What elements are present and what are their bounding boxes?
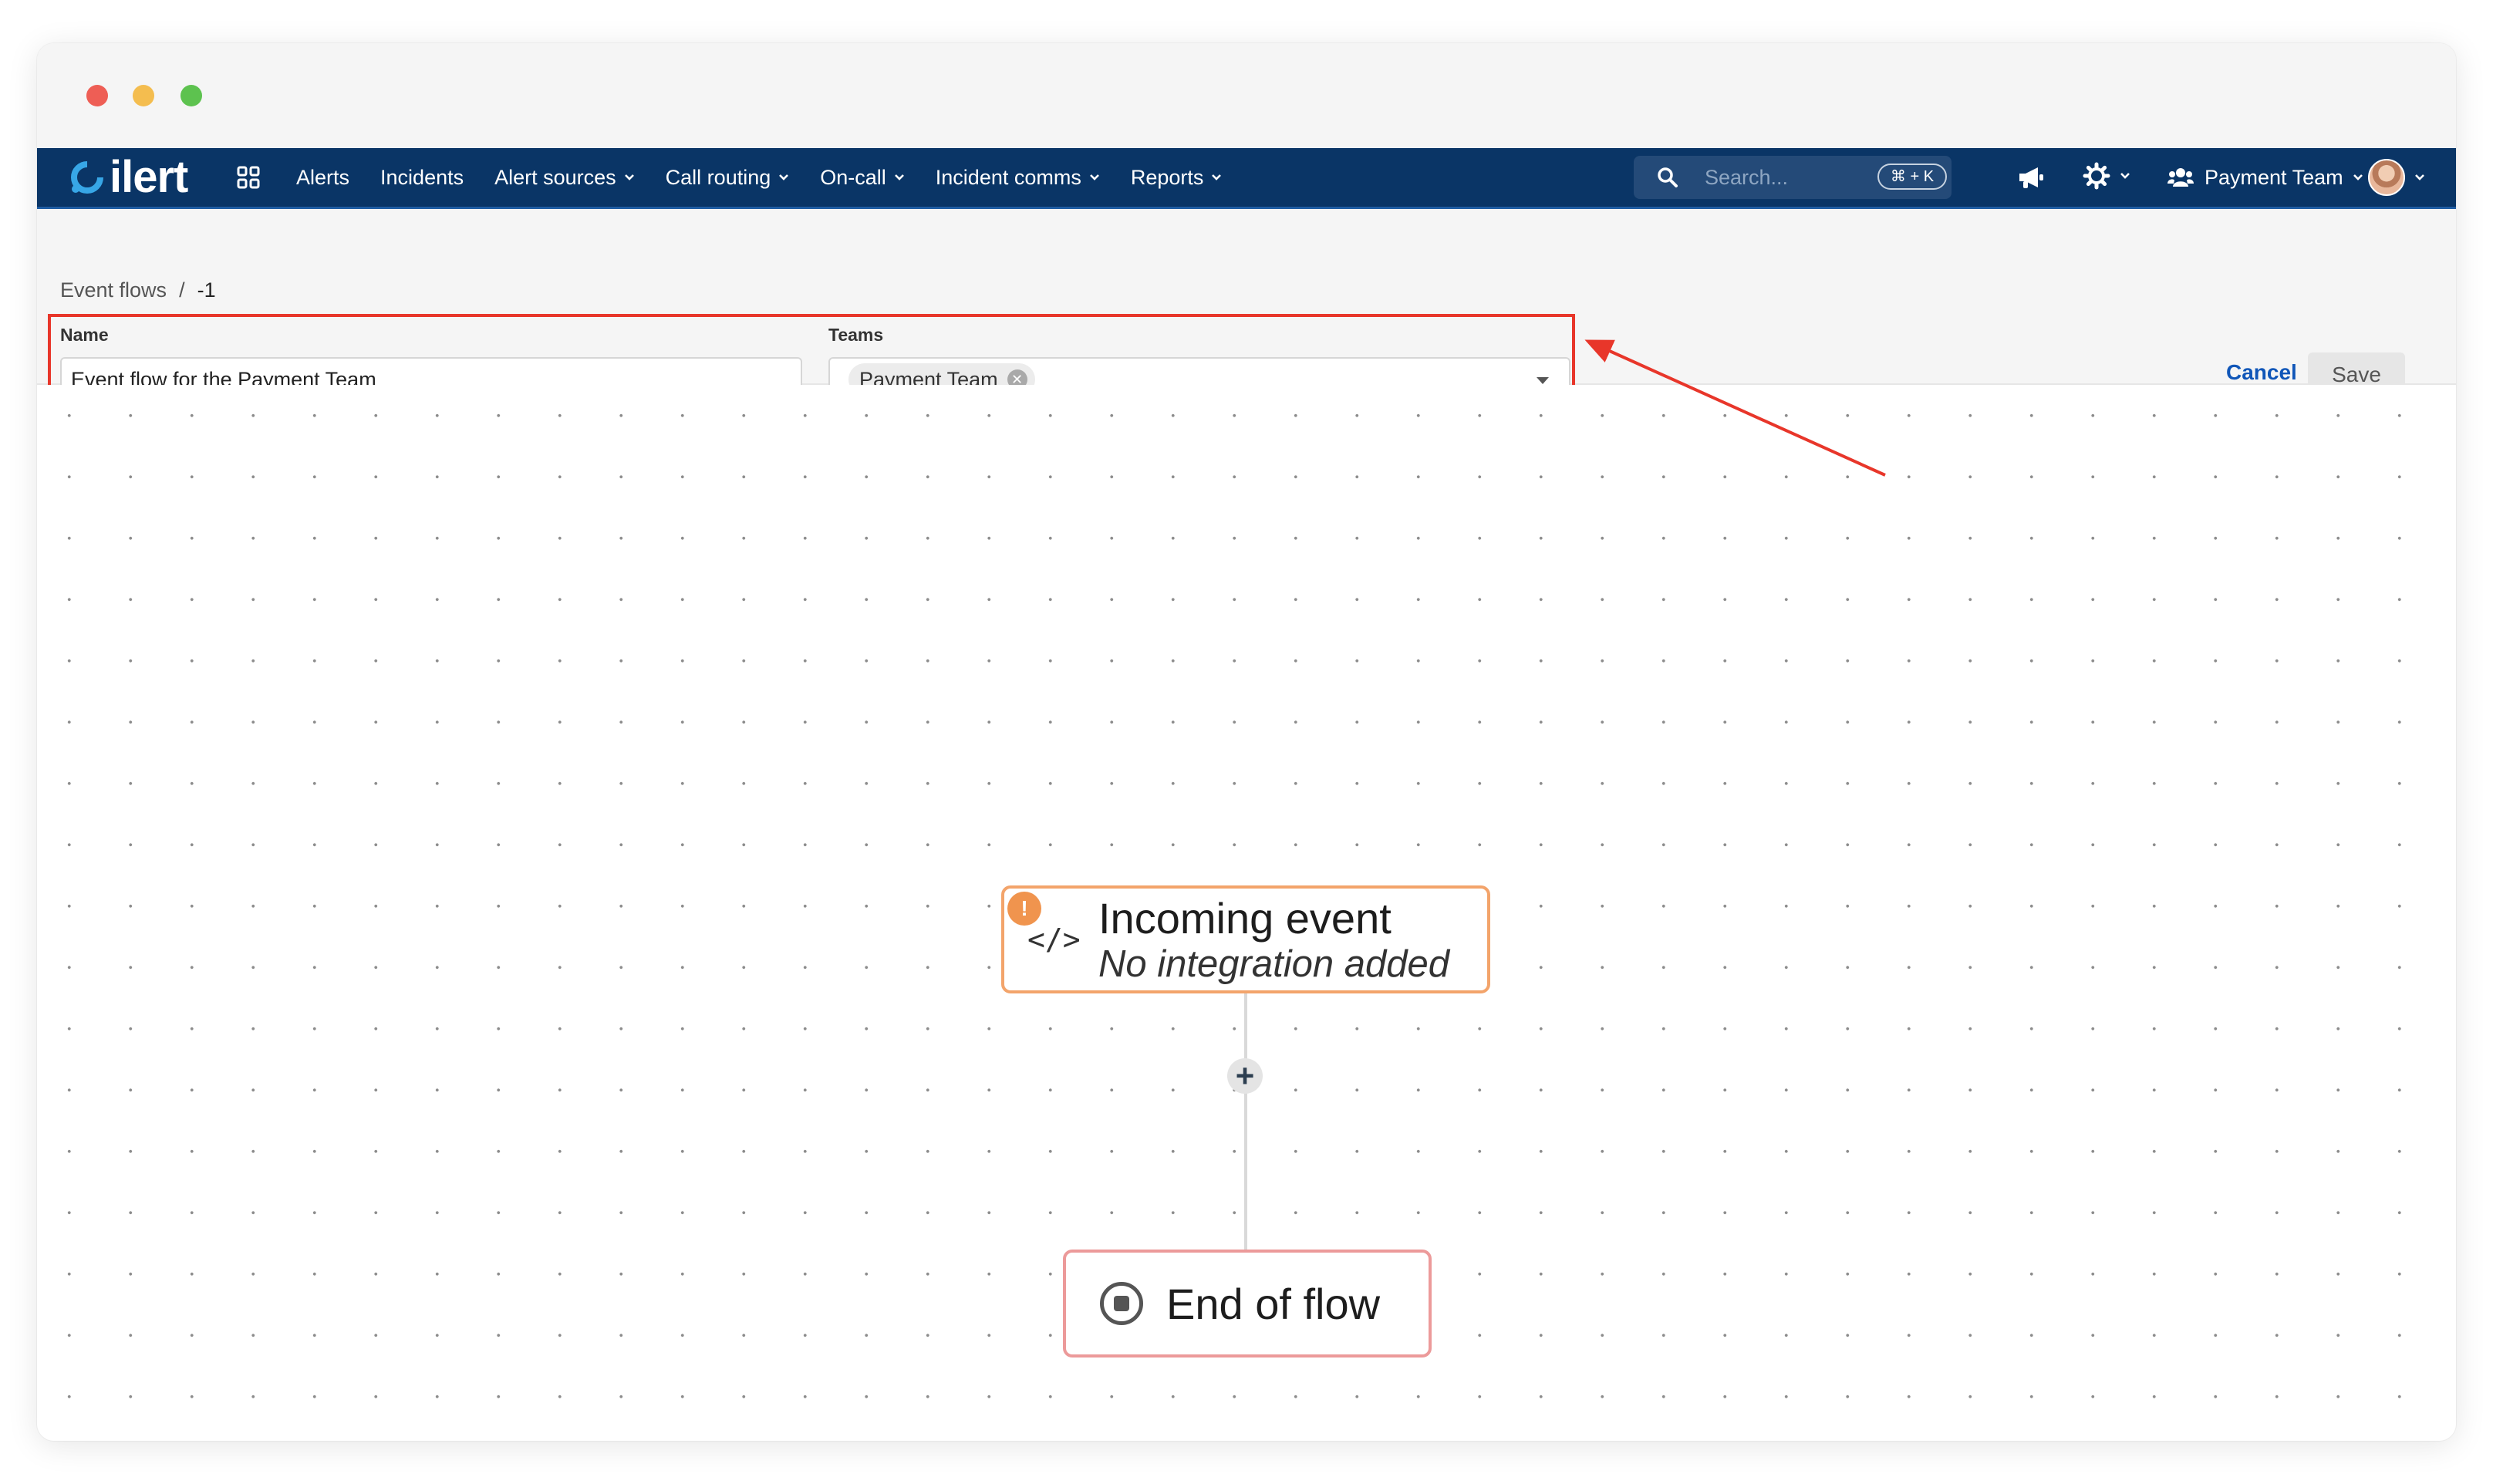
flow-connector — [1244, 993, 1247, 1250]
incoming-event-subtitle: No integration added — [1098, 943, 1449, 985]
ilert-logo-mark-icon — [71, 161, 103, 194]
avatar — [2368, 159, 2405, 196]
nav-reports[interactable]: Reports — [1131, 166, 1223, 190]
nav-incidents[interactable]: Incidents — [380, 166, 464, 190]
warning-icon: ! — [1007, 892, 1041, 926]
chevron-down-icon — [624, 174, 634, 180]
search-placeholder: Search... — [1705, 166, 1789, 189]
nav-alerts[interactable]: Alerts — [296, 166, 349, 190]
breadcrumb-current: -1 — [197, 278, 216, 302]
window-titlebar — [37, 43, 2456, 148]
megaphone-icon[interactable] — [2016, 164, 2046, 191]
chevron-down-icon — [779, 174, 789, 180]
end-of-flow-title: End of flow — [1166, 1280, 1381, 1328]
cancel-button[interactable]: Cancel — [2226, 360, 2297, 385]
browser-window: ilert Alerts Incidents Alert sources Cal… — [37, 43, 2456, 1441]
breadcrumb-separator: / — [179, 278, 185, 302]
breadcrumb-event-flows[interactable]: Event flows — [60, 278, 167, 302]
chevron-down-icon — [894, 174, 904, 180]
zoom-window-button[interactable] — [180, 85, 202, 106]
settings-menu[interactable] — [2083, 162, 2130, 190]
chevron-down-icon — [2120, 173, 2130, 179]
chevron-down-icon — [1089, 174, 1099, 180]
code-icon: </> — [1027, 922, 1081, 956]
nav-alert-sources[interactable]: Alert sources — [494, 166, 635, 190]
search-icon — [1658, 167, 1678, 187]
editor-toolbar: Event flows / -1 Name Event flow for the… — [37, 209, 2456, 403]
nav-incident-comms[interactable]: Incident comms — [936, 166, 1100, 190]
chevron-down-icon — [2353, 174, 2363, 180]
close-window-button[interactable] — [86, 85, 108, 106]
ilert-logo[interactable]: ilert — [69, 152, 188, 202]
minimize-window-button[interactable] — [133, 85, 154, 106]
search-shortcut-badge: ⌘ + K — [1877, 164, 1947, 190]
user-menu[interactable] — [2368, 159, 2425, 196]
add-step-button[interactable]: + — [1227, 1058, 1263, 1094]
search-input[interactable]: Search... ⌘ + K — [1634, 156, 1952, 199]
chevron-down-icon — [2415, 174, 2424, 180]
team-switcher-label: Payment Team — [2205, 165, 2343, 189]
nav-call-routing[interactable]: Call routing — [666, 166, 790, 190]
apps-grid-icon[interactable] — [236, 165, 261, 190]
team-switcher[interactable]: Payment Team — [2167, 148, 2363, 207]
incoming-event-title: Incoming event — [1098, 894, 1392, 943]
team-users-icon — [2167, 168, 2194, 187]
breadcrumb: Event flows / -1 — [60, 278, 216, 302]
nav-on-call[interactable]: On-call — [820, 166, 905, 190]
logo-text: ilert — [110, 152, 188, 202]
incoming-event-node[interactable]: ! </> Incoming event No integration adde… — [1001, 885, 1490, 993]
main-nav: Alerts Incidents Alert sources Call rout… — [296, 148, 1253, 207]
chevron-down-icon — [1212, 174, 1222, 180]
top-navbar: ilert Alerts Incidents Alert sources Cal… — [37, 148, 2456, 209]
stop-icon — [1100, 1282, 1143, 1325]
end-of-flow-node[interactable]: End of flow — [1063, 1250, 1432, 1358]
gear-icon — [2083, 162, 2110, 190]
